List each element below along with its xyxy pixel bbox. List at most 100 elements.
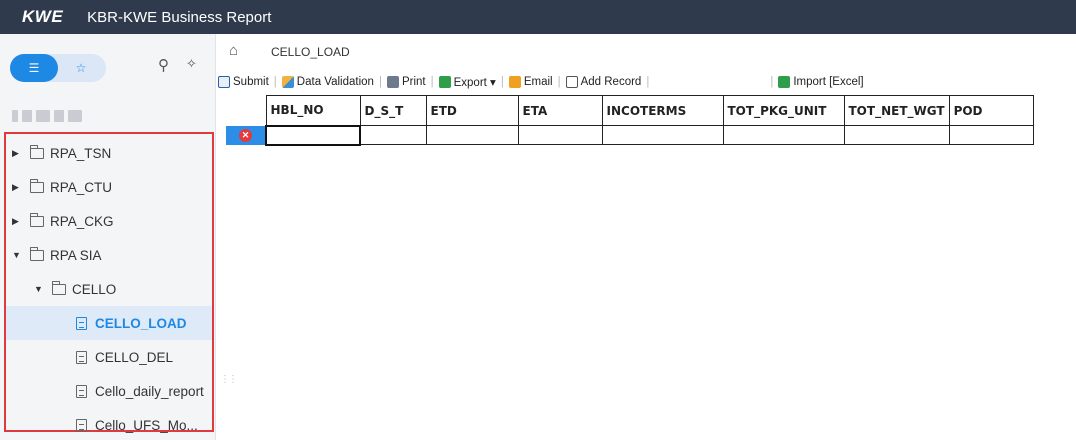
collapse-arrow-icon[interactable]: ▼	[12, 250, 22, 260]
list-icon: ☰	[28, 61, 40, 75]
tree-item-label: RPA_CTU	[50, 179, 113, 195]
folder-icon	[52, 280, 66, 295]
data-validation-label: Data Validation	[296, 76, 374, 88]
expand-arrow-icon[interactable]: ▶	[12, 182, 22, 193]
column-header[interactable]: HBL_NO	[265, 95, 361, 126]
grid-cell[interactable]	[425, 125, 519, 145]
row-header-corner	[226, 95, 267, 126]
kwe-logo: KWE	[22, 7, 64, 26]
separator: |	[500, 76, 504, 88]
unpin-icon[interactable]: ✧	[186, 56, 197, 72]
export-icon	[438, 76, 451, 88]
collapse-arrow-icon[interactable]: ▼	[34, 284, 44, 294]
report-icon	[76, 418, 87, 432]
tree-item-label: CELLO	[72, 281, 117, 297]
report-icon	[76, 384, 87, 398]
email-button[interactable]: Email	[508, 76, 553, 88]
column-header[interactable]: POD	[948, 95, 1034, 126]
save-icon	[218, 76, 230, 88]
add-record-icon	[565, 76, 578, 88]
email-icon	[508, 76, 521, 88]
column-header[interactable]: D_S_T	[359, 95, 427, 126]
column-header[interactable]: TOT_PKG_UNIT	[722, 95, 845, 126]
app-header: KWE KBR-KWE Business Report	[0, 0, 1076, 34]
delete-row-icon[interactable]: ✕	[239, 128, 252, 142]
separator: |	[378, 76, 382, 88]
search-icon[interactable]: ⚲	[158, 56, 169, 74]
grid-cell[interactable]	[843, 125, 950, 145]
data-entry-grid: HBL_NO D_S_T ETD ETA INCOTERMS TOT_PKG_U…	[226, 95, 1034, 146]
favorites-tab[interactable]: ☆	[66, 54, 96, 82]
validation-icon	[281, 76, 294, 88]
tab-cello-load[interactable]: CELLO_LOAD	[257, 34, 364, 70]
header-row: HBL_NO D_S_T ETD ETA INCOTERMS TOT_PKG_U…	[226, 95, 1034, 126]
sidebar-resize-handle[interactable]: ⋮⋮	[220, 374, 238, 385]
separator: |	[646, 76, 650, 88]
list-tab[interactable]: ☰	[10, 54, 58, 82]
tree-item-label: RPA_CKG	[50, 213, 114, 229]
report-tree: ▶ RPA_TSN ▶ RPA_CTU ▶ RPA_CKG ▼ RPA SIA …	[4, 132, 214, 433]
column-header[interactable]: INCOTERMS	[601, 95, 724, 126]
tab-bar: ⌂ CELLO_LOAD	[217, 34, 1076, 70]
tree-item-cello[interactable]: ▼ CELLO	[6, 272, 212, 306]
column-header[interactable]: ETA	[517, 95, 603, 126]
column-header[interactable]: TOT_NET_WGT	[843, 95, 950, 126]
tree-item-cello-load[interactable]: CELLO_LOAD	[6, 306, 212, 340]
row-delete-cell: ✕	[226, 125, 266, 145]
tree-item-label: RPA_TSN	[50, 145, 112, 161]
tree-item-rpa-tsn[interactable]: ▶ RPA_TSN	[6, 136, 212, 170]
export-button[interactable]: Export ▾	[438, 75, 496, 89]
submit-button[interactable]: Submit	[218, 76, 269, 88]
grid-cell[interactable]	[517, 125, 603, 145]
tree-item-label: RPA SIA	[50, 247, 102, 263]
import-excel-button[interactable]: Import [Excel]	[778, 76, 864, 88]
tree-item-label: CELLO_DEL	[95, 349, 174, 365]
tab-label: CELLO_LOAD	[271, 45, 350, 59]
tree-item-label: CELLO_LOAD	[95, 315, 187, 331]
separator: |	[770, 76, 774, 88]
tree-item-label: Cello_UFS_Mo...	[95, 417, 198, 433]
tree-item-label: Cello_daily_report	[95, 383, 204, 399]
blurred-user-info	[12, 110, 82, 122]
grid-cell[interactable]	[601, 125, 724, 145]
data-validation-button[interactable]: Data Validation	[281, 76, 374, 88]
grid-cell[interactable]	[948, 125, 1034, 145]
expand-arrow-icon[interactable]: ▶	[12, 216, 22, 227]
separator: |	[430, 76, 434, 88]
folder-icon	[30, 212, 44, 227]
email-label: Email	[523, 76, 553, 88]
column-header[interactable]: ETD	[425, 95, 519, 126]
report-icon	[76, 350, 87, 364]
sidebar-tab-switcher: ☰ ☆	[10, 54, 106, 82]
add-record-label: Add Record	[580, 76, 642, 88]
app-title: KBR-KWE Business Report	[87, 8, 272, 26]
import-excel-label: Import [Excel]	[793, 76, 864, 88]
tree-item-cello-daily-report[interactable]: Cello_daily_report	[6, 374, 212, 408]
report-icon	[76, 316, 87, 330]
star-icon: ☆	[75, 61, 87, 75]
add-record-button[interactable]: Add Record	[565, 76, 642, 88]
table-row: ✕	[226, 124, 1034, 146]
print-label: Print	[401, 76, 426, 88]
expand-arrow-icon[interactable]: ▶	[12, 148, 22, 159]
separator: |	[557, 76, 561, 88]
report-toolbar: Submit | Data Validation | Print | Expor…	[218, 72, 1076, 92]
print-button[interactable]: Print	[386, 76, 426, 88]
folder-icon	[30, 178, 44, 193]
separator: |	[273, 76, 277, 88]
excel-icon	[778, 76, 791, 88]
export-label: Export ▾	[453, 77, 496, 89]
submit-label: Submit	[233, 76, 269, 88]
sidebar: ☰ ☆ ⚲ ✧ ▶ RPA_TSN ▶ RPA_CTU ▶ RPA_CKG ▼ …	[0, 34, 216, 440]
folder-icon	[30, 246, 44, 261]
tree-item-cello-ufs[interactable]: Cello_UFS_Mo...	[6, 408, 212, 442]
grid-cell[interactable]	[722, 125, 845, 145]
tree-item-rpa-ctu[interactable]: ▶ RPA_CTU	[6, 170, 212, 204]
tree-item-rpa-sia[interactable]: ▼ RPA SIA	[6, 238, 212, 272]
tree-item-cello-del[interactable]: CELLO_DEL	[6, 340, 212, 374]
print-icon	[386, 76, 399, 88]
home-icon[interactable]: ⌂	[229, 42, 238, 59]
grid-cell[interactable]	[265, 124, 361, 146]
tree-item-rpa-ckg[interactable]: ▶ RPA_CKG	[6, 204, 212, 238]
grid-cell[interactable]	[359, 125, 427, 145]
